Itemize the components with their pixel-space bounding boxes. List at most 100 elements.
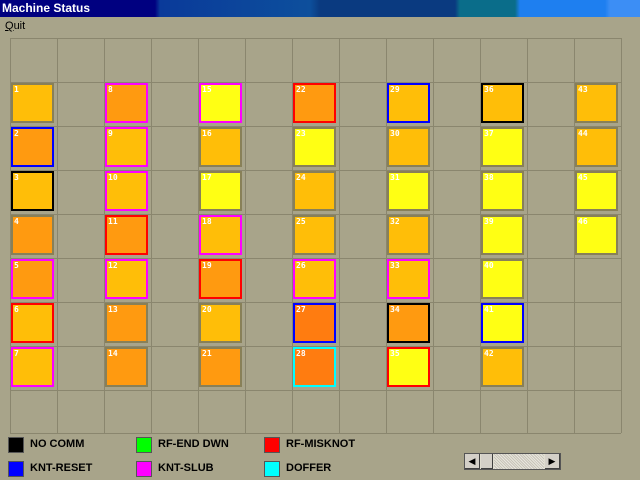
- machine-tile-24[interactable]: 24: [293, 171, 336, 211]
- machine-number: 27: [296, 305, 306, 314]
- legend-swatch: [264, 437, 280, 453]
- machine-number: 24: [296, 173, 306, 182]
- machine-tile-3[interactable]: 3: [11, 171, 54, 211]
- machine-number: 40: [484, 261, 494, 270]
- grid-line-vertical: [433, 38, 434, 433]
- machine-tile-10[interactable]: 10: [105, 171, 148, 211]
- machine-tile-18[interactable]: 18: [199, 215, 242, 255]
- machine-number: 4: [14, 217, 19, 226]
- machine-tile-21[interactable]: 21: [199, 347, 242, 387]
- machine-tile-28[interactable]: 28: [293, 347, 336, 387]
- machine-tile-20[interactable]: 20: [199, 303, 242, 343]
- machine-tile-36[interactable]: 36: [481, 83, 524, 123]
- horizontal-scrollbar[interactable]: ◀ ▶: [464, 453, 561, 470]
- machine-number: 12: [108, 261, 118, 270]
- machine-tile-38[interactable]: 38: [481, 171, 524, 211]
- machine-tile-15[interactable]: 15: [199, 83, 242, 123]
- machine-tile-43[interactable]: 43: [575, 83, 618, 123]
- machine-tile-16[interactable]: 16: [199, 127, 242, 167]
- menu-quit[interactable]: Quit: [5, 20, 25, 32]
- machine-tile-26[interactable]: 26: [293, 259, 336, 299]
- machine-tile-5[interactable]: 5: [11, 259, 54, 299]
- scroll-thumb[interactable]: [481, 454, 493, 469]
- machine-tile-22[interactable]: 22: [293, 83, 336, 123]
- menu-quit-label: uit: [13, 20, 26, 32]
- machine-number: 9: [108, 129, 113, 138]
- machine-tile-30[interactable]: 30: [387, 127, 430, 167]
- machine-tile-39[interactable]: 39: [481, 215, 524, 255]
- machine-tile-42[interactable]: 42: [481, 347, 524, 387]
- legend-swatch: [264, 461, 280, 477]
- scroll-right-button[interactable]: ▶: [545, 454, 560, 469]
- machine-number: 5: [14, 261, 19, 270]
- machine-number: 6: [14, 305, 19, 314]
- machine-number: 46: [578, 217, 588, 226]
- machine-tile-14[interactable]: 14: [105, 347, 148, 387]
- machine-tile-33[interactable]: 33: [387, 259, 430, 299]
- machine-number: 32: [390, 217, 400, 226]
- machine-tile-32[interactable]: 32: [387, 215, 430, 255]
- machine-tile-40[interactable]: 40: [481, 259, 524, 299]
- machine-number: 8: [108, 85, 113, 94]
- machine-tile-8[interactable]: 8: [105, 83, 148, 123]
- machine-number: 35: [390, 349, 400, 358]
- legend-label: DOFFER: [286, 462, 332, 474]
- title-bar: Machine Status: [0, 0, 640, 17]
- machine-number: 14: [108, 349, 118, 358]
- machine-tile-35[interactable]: 35: [387, 347, 430, 387]
- machine-number: 28: [296, 349, 306, 358]
- scroll-track[interactable]: [494, 454, 544, 469]
- machine-number: 34: [390, 305, 400, 314]
- grid-line-vertical: [621, 38, 622, 433]
- machine-tile-29[interactable]: 29: [387, 83, 430, 123]
- machine-tile-31[interactable]: 31: [387, 171, 430, 211]
- machine-number: 20: [202, 305, 212, 314]
- machine-number: 29: [390, 85, 400, 94]
- machine-tile-37[interactable]: 37: [481, 127, 524, 167]
- machine-tile-13[interactable]: 13: [105, 303, 148, 343]
- machine-tile-27[interactable]: 27: [293, 303, 336, 343]
- machine-number: 10: [108, 173, 118, 182]
- grid-line-vertical: [151, 38, 152, 433]
- legend-label: NO COMM: [30, 438, 85, 450]
- legend-swatch: [136, 461, 152, 477]
- grid-line-horizontal: [10, 433, 621, 434]
- legend-label: RF-MISKNOT: [286, 438, 356, 450]
- machine-tile-17[interactable]: 17: [199, 171, 242, 211]
- machine-number: 25: [296, 217, 306, 226]
- machine-tile-11[interactable]: 11: [105, 215, 148, 255]
- machine-number: 45: [578, 173, 588, 182]
- machine-number: 19: [202, 261, 212, 270]
- scroll-left-button[interactable]: ◀: [465, 454, 480, 469]
- machine-number: 16: [202, 129, 212, 138]
- machine-tile-44[interactable]: 44: [575, 127, 618, 167]
- machine-number: 13: [108, 305, 118, 314]
- machine-number: 41: [484, 305, 494, 314]
- machine-tile-45[interactable]: 45: [575, 171, 618, 211]
- machine-number: 11: [108, 217, 118, 226]
- machine-number: 21: [202, 349, 212, 358]
- machine-tile-2[interactable]: 2: [11, 127, 54, 167]
- machine-number: 44: [578, 129, 588, 138]
- machine-tile-9[interactable]: 9: [105, 127, 148, 167]
- menu-quit-accelerator: Q: [5, 20, 14, 32]
- machine-tile-46[interactable]: 46: [575, 215, 618, 255]
- machine-tile-41[interactable]: 41: [481, 303, 524, 343]
- window-title: Machine Status: [2, 1, 91, 15]
- legend-label: KNT-RESET: [30, 462, 93, 474]
- grid-line-vertical: [339, 38, 340, 433]
- machine-tile-6[interactable]: 6: [11, 303, 54, 343]
- machine-tile-4[interactable]: 4: [11, 215, 54, 255]
- legend-label: RF-END DWN: [158, 438, 229, 450]
- machine-tile-23[interactable]: 23: [293, 127, 336, 167]
- machine-tile-12[interactable]: 12: [105, 259, 148, 299]
- machine-number: 3: [14, 173, 19, 182]
- machine-number: 42: [484, 349, 494, 358]
- machine-tile-25[interactable]: 25: [293, 215, 336, 255]
- legend-swatch: [136, 437, 152, 453]
- machine-tile-1[interactable]: 1: [11, 83, 54, 123]
- machine-tile-34[interactable]: 34: [387, 303, 430, 343]
- machine-tile-7[interactable]: 7: [11, 347, 54, 387]
- machine-number: 18: [202, 217, 212, 226]
- machine-tile-19[interactable]: 19: [199, 259, 242, 299]
